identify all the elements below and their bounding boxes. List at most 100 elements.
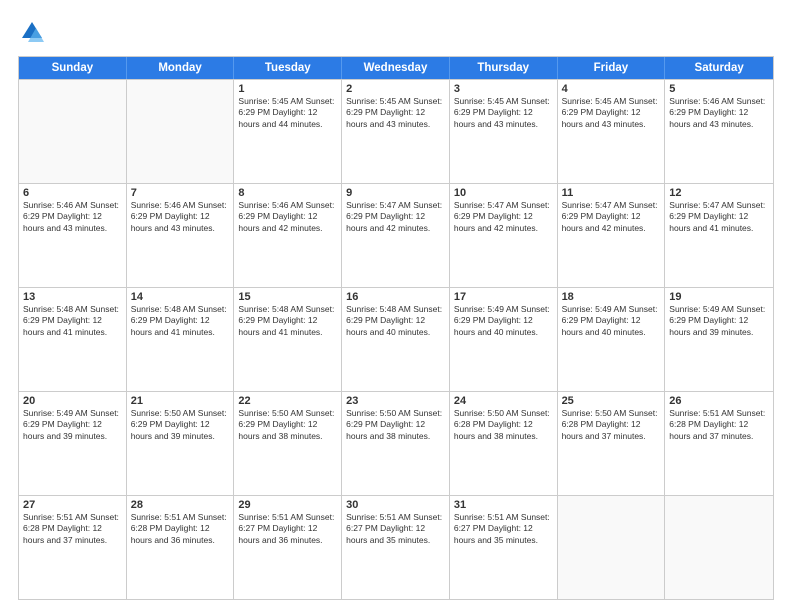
day-info: Sunrise: 5:50 AM Sunset: 6:28 PM Dayligh… — [562, 408, 661, 442]
day-number: 3 — [454, 83, 553, 95]
day-cell-18: 18Sunrise: 5:49 AM Sunset: 6:29 PM Dayli… — [558, 288, 666, 391]
day-info: Sunrise: 5:48 AM Sunset: 6:29 PM Dayligh… — [131, 304, 230, 338]
week-row-3: 13Sunrise: 5:48 AM Sunset: 6:29 PM Dayli… — [19, 287, 773, 391]
day-cell-19: 19Sunrise: 5:49 AM Sunset: 6:29 PM Dayli… — [665, 288, 773, 391]
header-cell-wednesday: Wednesday — [342, 57, 450, 79]
day-info: Sunrise: 5:46 AM Sunset: 6:29 PM Dayligh… — [238, 200, 337, 234]
day-cell-22: 22Sunrise: 5:50 AM Sunset: 6:29 PM Dayli… — [234, 392, 342, 495]
empty-cell — [19, 80, 127, 183]
day-number: 12 — [669, 187, 769, 199]
day-info: Sunrise: 5:47 AM Sunset: 6:29 PM Dayligh… — [669, 200, 769, 234]
day-info: Sunrise: 5:45 AM Sunset: 6:29 PM Dayligh… — [238, 96, 337, 130]
day-number: 23 — [346, 395, 445, 407]
day-number: 15 — [238, 291, 337, 303]
day-number: 27 — [23, 499, 122, 511]
logo-icon — [18, 18, 46, 46]
day-number: 19 — [669, 291, 769, 303]
day-number: 10 — [454, 187, 553, 199]
day-cell-5: 5Sunrise: 5:46 AM Sunset: 6:29 PM Daylig… — [665, 80, 773, 183]
day-info: Sunrise: 5:49 AM Sunset: 6:29 PM Dayligh… — [23, 408, 122, 442]
day-info: Sunrise: 5:50 AM Sunset: 6:29 PM Dayligh… — [238, 408, 337, 442]
day-cell-16: 16Sunrise: 5:48 AM Sunset: 6:29 PM Dayli… — [342, 288, 450, 391]
day-info: Sunrise: 5:48 AM Sunset: 6:29 PM Dayligh… — [23, 304, 122, 338]
day-number: 26 — [669, 395, 769, 407]
day-cell-10: 10Sunrise: 5:47 AM Sunset: 6:29 PM Dayli… — [450, 184, 558, 287]
day-cell-23: 23Sunrise: 5:50 AM Sunset: 6:29 PM Dayli… — [342, 392, 450, 495]
day-number: 6 — [23, 187, 122, 199]
day-number: 21 — [131, 395, 230, 407]
day-cell-1: 1Sunrise: 5:45 AM Sunset: 6:29 PM Daylig… — [234, 80, 342, 183]
day-cell-21: 21Sunrise: 5:50 AM Sunset: 6:29 PM Dayli… — [127, 392, 235, 495]
day-number: 4 — [562, 83, 661, 95]
header-cell-monday: Monday — [127, 57, 235, 79]
day-number: 11 — [562, 187, 661, 199]
calendar-body: 1Sunrise: 5:45 AM Sunset: 6:29 PM Daylig… — [19, 79, 773, 599]
day-info: Sunrise: 5:51 AM Sunset: 6:28 PM Dayligh… — [669, 408, 769, 442]
day-number: 16 — [346, 291, 445, 303]
day-number: 7 — [131, 187, 230, 199]
day-info: Sunrise: 5:45 AM Sunset: 6:29 PM Dayligh… — [346, 96, 445, 130]
week-row-1: 1Sunrise: 5:45 AM Sunset: 6:29 PM Daylig… — [19, 79, 773, 183]
day-info: Sunrise: 5:51 AM Sunset: 6:27 PM Dayligh… — [238, 512, 337, 546]
day-cell-7: 7Sunrise: 5:46 AM Sunset: 6:29 PM Daylig… — [127, 184, 235, 287]
day-number: 24 — [454, 395, 553, 407]
calendar: SundayMondayTuesdayWednesdayThursdayFrid… — [18, 56, 774, 600]
header — [18, 18, 774, 46]
day-cell-24: 24Sunrise: 5:50 AM Sunset: 6:28 PM Dayli… — [450, 392, 558, 495]
day-number: 9 — [346, 187, 445, 199]
day-number: 28 — [131, 499, 230, 511]
day-info: Sunrise: 5:45 AM Sunset: 6:29 PM Dayligh… — [562, 96, 661, 130]
day-cell-28: 28Sunrise: 5:51 AM Sunset: 6:28 PM Dayli… — [127, 496, 235, 599]
day-cell-26: 26Sunrise: 5:51 AM Sunset: 6:28 PM Dayli… — [665, 392, 773, 495]
day-cell-9: 9Sunrise: 5:47 AM Sunset: 6:29 PM Daylig… — [342, 184, 450, 287]
day-cell-17: 17Sunrise: 5:49 AM Sunset: 6:29 PM Dayli… — [450, 288, 558, 391]
day-cell-14: 14Sunrise: 5:48 AM Sunset: 6:29 PM Dayli… — [127, 288, 235, 391]
day-info: Sunrise: 5:47 AM Sunset: 6:29 PM Dayligh… — [562, 200, 661, 234]
empty-cell — [665, 496, 773, 599]
logo — [18, 18, 50, 46]
day-info: Sunrise: 5:46 AM Sunset: 6:29 PM Dayligh… — [669, 96, 769, 130]
day-cell-3: 3Sunrise: 5:45 AM Sunset: 6:29 PM Daylig… — [450, 80, 558, 183]
day-cell-2: 2Sunrise: 5:45 AM Sunset: 6:29 PM Daylig… — [342, 80, 450, 183]
day-info: Sunrise: 5:47 AM Sunset: 6:29 PM Dayligh… — [454, 200, 553, 234]
day-cell-12: 12Sunrise: 5:47 AM Sunset: 6:29 PM Dayli… — [665, 184, 773, 287]
empty-cell — [127, 80, 235, 183]
day-info: Sunrise: 5:48 AM Sunset: 6:29 PM Dayligh… — [238, 304, 337, 338]
day-info: Sunrise: 5:49 AM Sunset: 6:29 PM Dayligh… — [454, 304, 553, 338]
day-info: Sunrise: 5:45 AM Sunset: 6:29 PM Dayligh… — [454, 96, 553, 130]
day-info: Sunrise: 5:51 AM Sunset: 6:28 PM Dayligh… — [23, 512, 122, 546]
day-info: Sunrise: 5:51 AM Sunset: 6:27 PM Dayligh… — [454, 512, 553, 546]
day-cell-4: 4Sunrise: 5:45 AM Sunset: 6:29 PM Daylig… — [558, 80, 666, 183]
day-cell-31: 31Sunrise: 5:51 AM Sunset: 6:27 PM Dayli… — [450, 496, 558, 599]
calendar-header: SundayMondayTuesdayWednesdayThursdayFrid… — [19, 57, 773, 79]
header-cell-sunday: Sunday — [19, 57, 127, 79]
day-info: Sunrise: 5:46 AM Sunset: 6:29 PM Dayligh… — [131, 200, 230, 234]
header-cell-friday: Friday — [558, 57, 666, 79]
day-cell-27: 27Sunrise: 5:51 AM Sunset: 6:28 PM Dayli… — [19, 496, 127, 599]
day-info: Sunrise: 5:46 AM Sunset: 6:29 PM Dayligh… — [23, 200, 122, 234]
day-cell-29: 29Sunrise: 5:51 AM Sunset: 6:27 PM Dayli… — [234, 496, 342, 599]
day-cell-30: 30Sunrise: 5:51 AM Sunset: 6:27 PM Dayli… — [342, 496, 450, 599]
day-number: 8 — [238, 187, 337, 199]
day-number: 2 — [346, 83, 445, 95]
day-info: Sunrise: 5:50 AM Sunset: 6:29 PM Dayligh… — [131, 408, 230, 442]
day-cell-11: 11Sunrise: 5:47 AM Sunset: 6:29 PM Dayli… — [558, 184, 666, 287]
day-info: Sunrise: 5:48 AM Sunset: 6:29 PM Dayligh… — [346, 304, 445, 338]
day-cell-13: 13Sunrise: 5:48 AM Sunset: 6:29 PM Dayli… — [19, 288, 127, 391]
week-row-2: 6Sunrise: 5:46 AM Sunset: 6:29 PM Daylig… — [19, 183, 773, 287]
day-number: 17 — [454, 291, 553, 303]
day-number: 20 — [23, 395, 122, 407]
day-number: 1 — [238, 83, 337, 95]
day-cell-15: 15Sunrise: 5:48 AM Sunset: 6:29 PM Dayli… — [234, 288, 342, 391]
day-number: 30 — [346, 499, 445, 511]
day-number: 14 — [131, 291, 230, 303]
day-number: 18 — [562, 291, 661, 303]
day-info: Sunrise: 5:50 AM Sunset: 6:28 PM Dayligh… — [454, 408, 553, 442]
day-number: 13 — [23, 291, 122, 303]
header-cell-thursday: Thursday — [450, 57, 558, 79]
empty-cell — [558, 496, 666, 599]
page: SundayMondayTuesdayWednesdayThursdayFrid… — [0, 0, 792, 612]
day-info: Sunrise: 5:51 AM Sunset: 6:28 PM Dayligh… — [131, 512, 230, 546]
day-number: 22 — [238, 395, 337, 407]
day-cell-6: 6Sunrise: 5:46 AM Sunset: 6:29 PM Daylig… — [19, 184, 127, 287]
